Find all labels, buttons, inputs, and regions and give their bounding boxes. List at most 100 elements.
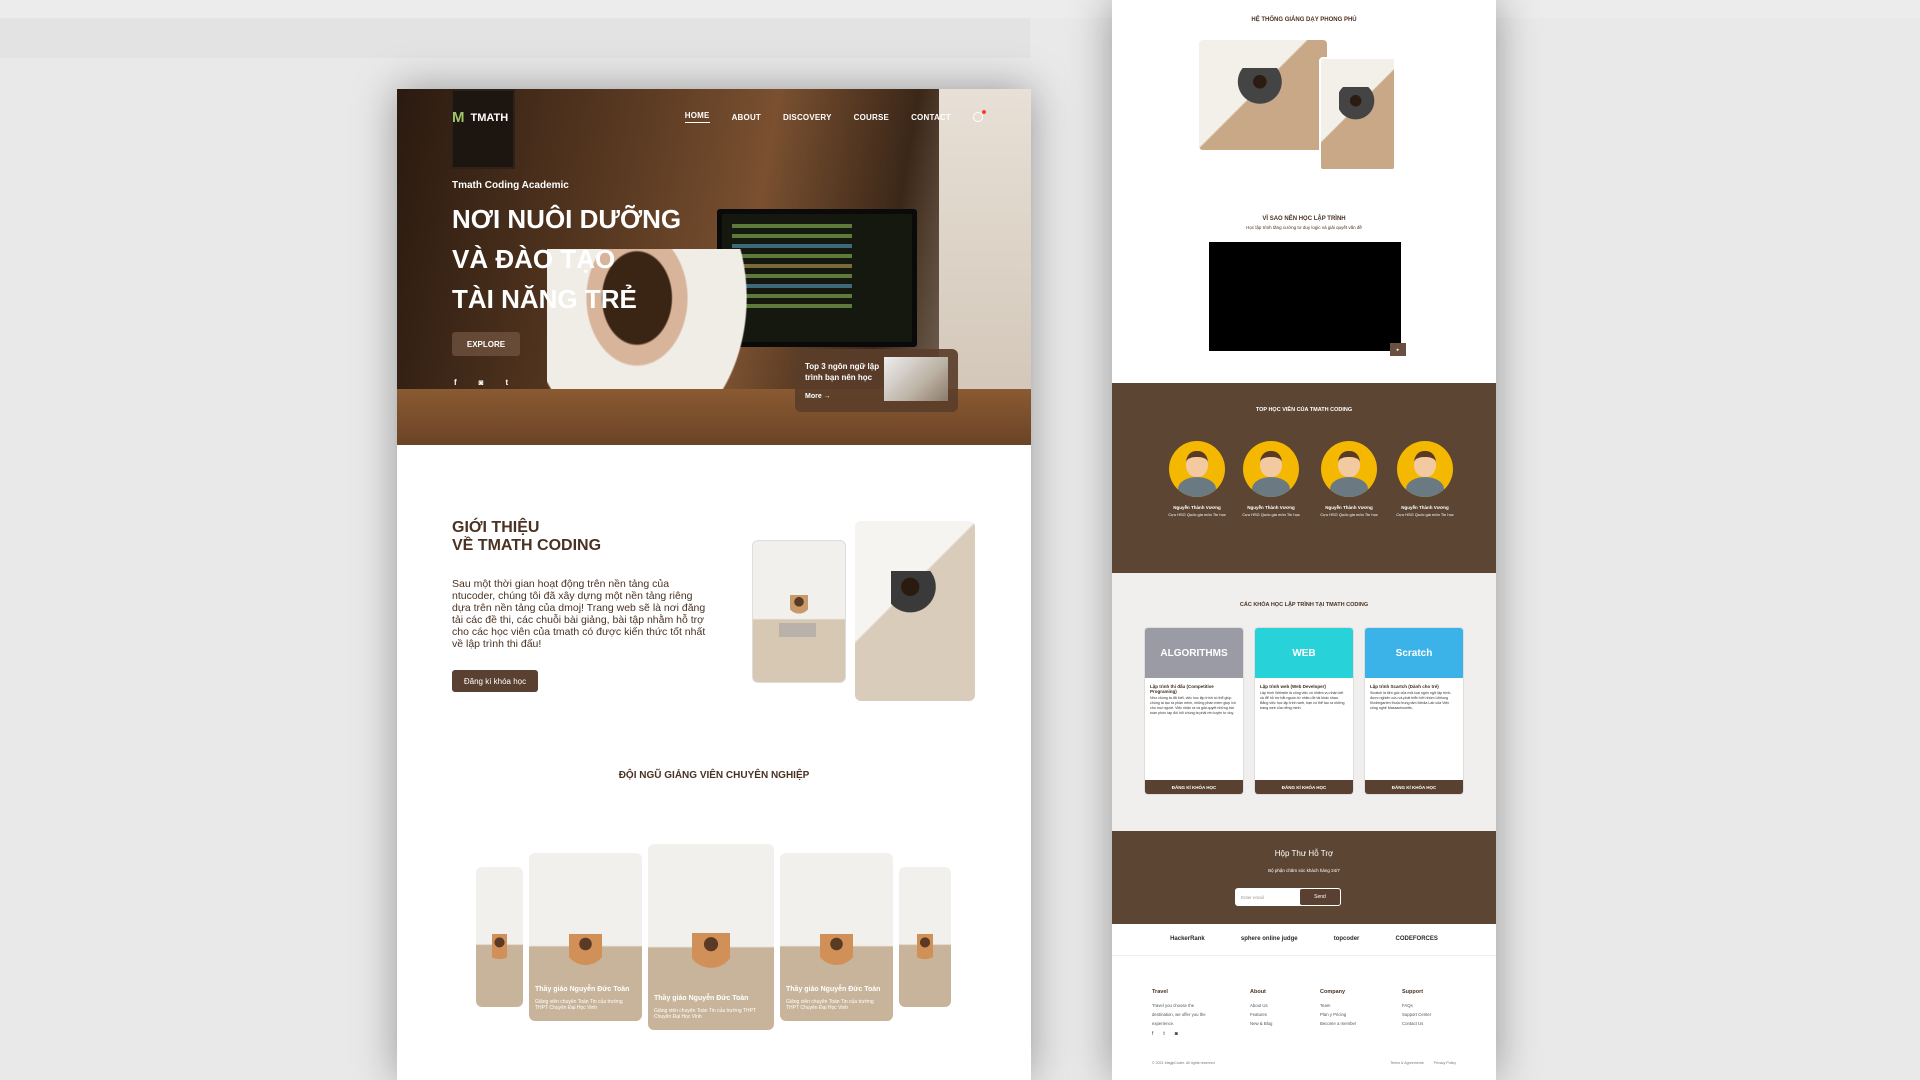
intro-title: GIỚI THIỆU VỀ TMATH CODING (452, 519, 601, 555)
landing-page-preview-right: HỆ THỐNG GIẢNG DẠY PHONG PHÚ VÌ SAO NÊN … (1112, 0, 1496, 1080)
course-image: ALGORITHMS (1145, 628, 1243, 678)
student-card: Nguyễn Thành Vương Cựu HSG Quốc gia môn … (1390, 441, 1460, 518)
teacher-card[interactable] (476, 867, 523, 1007)
play-icon[interactable]: ▸ (1390, 343, 1406, 356)
intro-photo-1 (752, 540, 846, 683)
footer-link[interactable]: Team (1320, 1001, 1356, 1010)
send-button[interactable]: Send (1300, 889, 1340, 905)
course-register-button[interactable]: ĐĂNG KÍ KHÓA HỌC (1365, 780, 1463, 794)
teaching-photo-1 (1199, 40, 1327, 150)
student-desc: Cựu HSG Quốc gia môn Tin học (1242, 512, 1300, 517)
monitor-image (717, 209, 917, 347)
card-title: Top 3 ngôn ngữ lập trình bạn nên học (805, 362, 880, 382)
footer-col-support: Support FAQs Support Center Contact Us (1402, 989, 1431, 1028)
teacher-desc: Giảng viên chuyên Toán Tin của trường TH… (654, 1008, 756, 1020)
instagram-icon[interactable]: ◙ (479, 378, 484, 387)
course-card[interactable]: WEB Lập trình web (Web Developer) Lập tr… (1254, 627, 1354, 795)
featured-article-card[interactable]: Top 3 ngôn ngữ lập trình bạn nên học Mor… (795, 349, 958, 412)
user-icon[interactable] (973, 110, 986, 122)
course-title: Lập trình thi đấu (Competitive Programin… (1150, 684, 1214, 694)
teacher-name: Thầy giáo Nguyễn Đức Toàn (654, 995, 749, 1002)
spoj-logo[interactable]: sphere online judge (1241, 936, 1298, 942)
footer-col-travel: Travel Travel you choose the destination… (1152, 989, 1212, 1028)
footer-heading: Travel (1152, 989, 1168, 995)
card-more-link[interactable]: More → (805, 393, 831, 400)
footer-link[interactable]: New & Blog (1250, 1019, 1272, 1028)
email-field[interactable]: Enter email Send (1235, 888, 1341, 906)
brand-name: TMATH (470, 111, 509, 124)
courses-title: CÁC KHÓA HỌC LẬP TRÌNH TẠI TMATH CODING (1239, 602, 1369, 608)
student-name: Nguyễn Thành Vương (1173, 505, 1221, 510)
course-title: Lập trình web (Web Developer) (1260, 684, 1326, 689)
footer-socials: f t ◙ (1152, 1031, 1178, 1037)
teacher-desc: Giảng viên chuyên Toán Tin của trường TH… (786, 999, 874, 1011)
avatar (1169, 441, 1225, 497)
register-course-button[interactable]: Đăng kí khóa học (452, 670, 538, 692)
video-player[interactable] (1209, 242, 1401, 351)
footer-link[interactable]: Contact Us (1402, 1019, 1431, 1028)
instagram-icon[interactable]: ◙ (1175, 1031, 1178, 1037)
footer-link[interactable]: Plan y Pricing (1320, 1010, 1356, 1019)
background-strip (0, 0, 1920, 18)
card-thumbnail (884, 357, 948, 401)
footer-link[interactable]: Support Center (1402, 1010, 1431, 1019)
logo-icon: M (452, 109, 465, 126)
teacher-card[interactable]: Thầy giáo Nguyễn Đức Toàn Giảng viên chu… (780, 853, 893, 1021)
course-image: Scratch (1365, 628, 1463, 678)
teacher-card[interactable]: Thầy giáo Nguyễn Đức Toàn Giảng viên chu… (648, 844, 774, 1030)
copyright: © 2021 MagipCoder. All rights reserved (1152, 1061, 1215, 1065)
why-subtitle: Học lập trình tăng cường tư duy logic và… (1246, 225, 1362, 230)
privacy-link[interactable]: Privacy Policy (1434, 1061, 1456, 1065)
teacher-card[interactable]: Thầy giáo Nguyễn Đức Toàn Giảng viên chu… (529, 853, 642, 1021)
nav-home[interactable]: HOME (684, 111, 710, 123)
teaching-system-title: HỆ THỐNG GIẢNG DẠY PHONG PHÚ (1251, 17, 1357, 23)
course-card[interactable]: Scratch Lập trình Scartch (Dành cho trẻ)… (1364, 627, 1464, 795)
twitter-icon[interactable]: t (1163, 1031, 1164, 1037)
hero-section: M TMATH HOME ABOUT DISCOVERY COURSE CONT… (397, 89, 1031, 445)
facebook-icon[interactable]: f (1152, 1031, 1153, 1037)
student-card: Nguyễn Thành Vương Cựu HSG Quốc gia môn … (1236, 441, 1306, 518)
course-desc: Như chúng ta đã biết, việc học lập trình… (1150, 696, 1236, 715)
course-image: WEB (1255, 628, 1353, 678)
student-card: Nguyễn Thành Vương Cựu HSG Quốc gia môn … (1162, 441, 1232, 518)
twitter-icon[interactable]: t (506, 378, 509, 387)
footer-text: Travel you choose the destination, we of… (1152, 1003, 1206, 1026)
footer-link[interactable]: Become a member (1320, 1019, 1356, 1028)
main-nav: HOME ABOUT DISCOVERY COURSE CONTACT (684, 110, 986, 123)
nav-contact[interactable]: CONTACT (911, 113, 951, 122)
student-desc: Cựu HSG Quốc gia môn Tin học (1320, 512, 1378, 517)
why-title: VÌ SAO NÊN HỌC LẬP TRÌNH (1262, 216, 1346, 222)
course-register-button[interactable]: ĐĂNG KÍ KHÓA HỌC (1145, 780, 1243, 794)
footer-link[interactable]: Features (1250, 1010, 1272, 1019)
footer-link[interactable]: About Us (1250, 1001, 1272, 1010)
teacher-name: Thầy giáo Nguyễn Đức Toàn (535, 986, 630, 993)
footer-col-company: Company Team Plan y Pricing Become a mem… (1320, 989, 1356, 1028)
nav-about[interactable]: ABOUT (732, 113, 761, 122)
footer-link[interactable]: FAQs (1402, 1001, 1431, 1010)
course-card[interactable]: ALGORITHMS Lập trình thi đấu (Competitiv… (1144, 627, 1244, 795)
facebook-icon[interactable]: f (454, 378, 457, 387)
team-title: ĐỘI NGŨ GIẢNG VIÊN CHUYÊN NGHIỆP (618, 770, 810, 781)
hackerrank-logo[interactable]: HackerRank (1170, 936, 1205, 942)
avatar (1397, 441, 1453, 497)
teacher-card[interactable] (899, 867, 951, 1007)
email-placeholder: Enter email (1241, 895, 1264, 900)
topcoder-logo[interactable]: topcoder (1334, 936, 1360, 942)
background-block (0, 18, 1030, 58)
student-name: Nguyễn Thành Vương (1401, 505, 1449, 510)
nav-course[interactable]: COURSE (854, 113, 889, 122)
teacher-name: Thầy giáo Nguyễn Đức Toàn (786, 986, 881, 993)
explore-button[interactable]: EXPLORE (452, 332, 520, 356)
footer-heading: Support (1402, 989, 1424, 995)
footer-heading: About (1250, 989, 1266, 995)
hero-headline: NƠI NUÔI DƯỠNG VÀ ĐÀO TẠO TÀI NĂNG TRẺ (452, 199, 712, 319)
codeforces-logo[interactable]: CODEFORCES (1396, 936, 1438, 942)
footer-heading: Company (1320, 989, 1346, 995)
legal-links: Terms & Agreements Privacy Policy (1390, 1061, 1456, 1065)
course-register-button[interactable]: ĐĂNG KÍ KHÓA HỌC (1255, 780, 1353, 794)
teacher-desc: Giảng viên chuyên Toán Tin của trường TH… (535, 999, 623, 1011)
hero-kicker: Tmath Coding Academic (452, 180, 569, 191)
nav-discovery[interactable]: DISCOVERY (783, 113, 832, 122)
brand-logo[interactable]: M TMATH (452, 109, 508, 126)
terms-link[interactable]: Terms & Agreements (1390, 1061, 1423, 1065)
